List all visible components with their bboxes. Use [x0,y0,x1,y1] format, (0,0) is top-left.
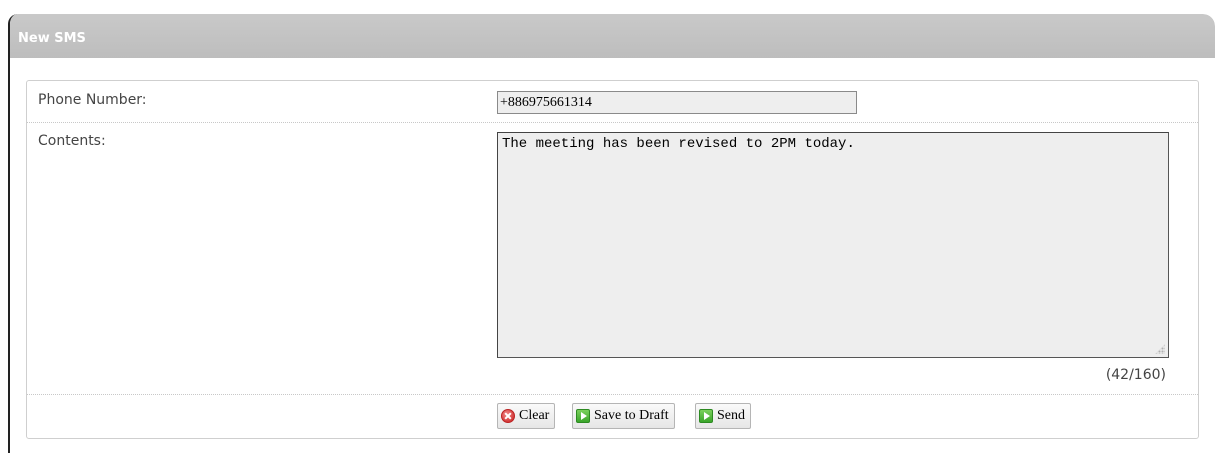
row-divider [27,122,1198,123]
resize-grip-icon[interactable] [1155,344,1165,354]
character-counter: (42/160) [1105,367,1166,383]
play-icon [699,409,713,423]
phone-number-input[interactable] [497,91,857,114]
contents-text: The meeting has been revised to 2PM toda… [502,136,855,152]
row-divider [27,394,1198,395]
clear-icon [501,409,515,423]
save-to-draft-button-label: Save to Draft [594,408,669,423]
save-to-draft-button[interactable]: Save to Draft [572,403,675,429]
play-icon [576,409,590,423]
sms-form: Phone Number: Contents: The meeting has … [26,80,1199,439]
panel-title: New SMS [18,31,86,46]
clear-button-label: Clear [519,408,550,423]
contents-textarea[interactable]: The meeting has been revised to 2PM toda… [497,132,1169,358]
panel-header: New SMS [10,14,1215,58]
contents-label: Contents: [38,133,106,149]
send-button[interactable]: Send [695,403,751,429]
new-sms-panel: New SMS Phone Number: Contents: The meet… [8,14,1215,453]
clear-button[interactable]: Clear [497,403,556,429]
send-button-label: Send [717,408,745,423]
phone-number-label: Phone Number: [38,92,147,108]
